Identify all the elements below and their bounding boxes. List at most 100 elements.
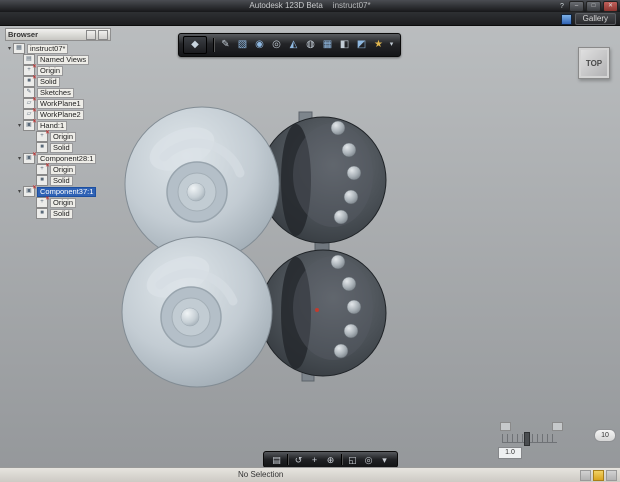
expander-icon[interactable]: ▾: [6, 45, 13, 52]
tree-item-origin[interactable]: + ✕ Origin: [5, 64, 111, 76]
assembly-glyph: ▦: [16, 45, 22, 51]
look-at-icon[interactable]: ◎: [361, 453, 376, 467]
tree-item-instruct07[interactable]: ▾ ▦ instruct07*: [5, 43, 111, 54]
combine-tool-icon[interactable]: ◧: [336, 37, 353, 53]
ball[interactable]: [346, 165, 362, 181]
scale-slider[interactable]: [502, 432, 557, 446]
viewcube[interactable]: TOP: [578, 47, 610, 79]
ball[interactable]: [343, 323, 359, 339]
orbit-icon[interactable]: ↺: [291, 453, 306, 467]
material-tool-icon[interactable]: ◩: [353, 37, 370, 53]
solid-glyph: ■: [40, 177, 44, 183]
cone-tool-icon[interactable]: ◭: [285, 37, 302, 53]
fit-view-icon[interactable]: ◱: [345, 453, 360, 467]
app-menu-icon[interactable]: ◆: [183, 36, 207, 54]
tree-item-named-views[interactable]: ▤ Named Views: [5, 54, 111, 65]
ball[interactable]: [346, 299, 362, 315]
zoom-icon[interactable]: ⊕: [323, 453, 338, 467]
ball[interactable]: [333, 343, 349, 359]
hand-shell-bottom[interactable]: [121, 236, 273, 388]
browser-header-button-1[interactable]: [86, 29, 96, 40]
tree-item-label: Origin: [50, 131, 77, 142]
model-canvas[interactable]: Browser ▾ ▦ instruct07* ▤ Named Views + …: [0, 25, 620, 468]
ball[interactable]: [330, 120, 346, 136]
tree-item-hand-origin[interactable]: + ✕ Origin: [5, 130, 111, 142]
tree-item-component28-origin[interactable]: + ✕ Origin: [5, 163, 111, 175]
solid-icon[interactable]: ■: [36, 142, 48, 153]
tree-item-hand-solid[interactable]: ■ Solid: [5, 142, 111, 153]
expander-icon[interactable]: ▾: [16, 122, 23, 129]
solid-icon[interactable]: ■: [36, 208, 48, 219]
origin-icon[interactable]: + ✕: [36, 130, 50, 142]
tree-item-component37-solid[interactable]: ■ Solid: [5, 208, 111, 219]
gallery-icon: [560, 13, 572, 25]
warning-tray-icon[interactable]: [593, 470, 604, 481]
more-tools-icon[interactable]: ▾: [387, 37, 396, 53]
status-text: No Selection: [238, 470, 284, 479]
torus-tool-icon[interactable]: ◍: [302, 37, 319, 53]
scale-value-field[interactable]: 1.0: [498, 447, 522, 459]
browser-header-button-2[interactable]: [98, 29, 108, 40]
nav-menu-icon[interactable]: ▤: [269, 453, 284, 467]
tree-item-hand[interactable]: ▾ ▣ ✕ Hand:1: [5, 119, 111, 131]
menu-bar: Gallery: [0, 12, 620, 26]
viewcube-face-label: TOP: [585, 58, 603, 68]
solid-glyph: ■: [40, 144, 44, 150]
ball[interactable]: [333, 209, 349, 225]
origin-icon[interactable]: + ✕: [36, 196, 50, 208]
box-tool-icon[interactable]: ▧: [234, 37, 251, 53]
display-settings-icon[interactable]: ▾: [377, 453, 392, 467]
hidden-marker-icon: ✕: [31, 64, 37, 70]
scale-option-icon-right[interactable]: [552, 422, 563, 431]
scale-slider-handle[interactable]: [524, 432, 530, 446]
tree-item-sketches[interactable]: ✎ Sketches: [5, 87, 111, 98]
pan-icon[interactable]: +: [307, 453, 322, 467]
maximize-button[interactable]: □: [586, 1, 601, 12]
tray-icon-2[interactable]: [606, 470, 617, 481]
tree-item-workplane1[interactable]: ▱ ✕ WorkPlane1: [5, 97, 111, 109]
solid-icon[interactable]: ■: [36, 175, 48, 186]
assembly-icon[interactable]: ▦: [13, 43, 25, 54]
help-icon[interactable]: ?: [557, 2, 567, 11]
tree-item-component37-origin[interactable]: + ✕ Origin: [5, 196, 111, 208]
tree-item-component28-solid[interactable]: ■ Solid: [5, 175, 111, 186]
tree-item-label: Solid: [37, 76, 60, 87]
snapshot-tool-icon[interactable]: ★: [370, 37, 387, 53]
tree-item-label: Hand:1: [37, 120, 68, 131]
ball[interactable]: [341, 276, 357, 292]
minimize-button[interactable]: –: [569, 1, 584, 12]
pattern-tool-icon[interactable]: ▦: [319, 37, 336, 53]
app-window: Autodesk 123D Beta instruct07* ? – □ ✕ Ga…: [0, 0, 620, 482]
expander-icon[interactable]: ▾: [16, 188, 23, 195]
browser-title: Browser: [8, 30, 39, 39]
tree-item-component28[interactable]: ▾ ▣ ✕ Component28:1: [5, 152, 111, 164]
close-button[interactable]: ✕: [603, 1, 618, 12]
component-icon[interactable]: ▣ ✕: [23, 152, 37, 164]
ball[interactable]: [341, 142, 357, 158]
browser-panel: Browser ▾ ▦ instruct07* ▤ Named Views + …: [5, 28, 111, 219]
toolbar-separator: [213, 38, 214, 52]
scale-preset-button[interactable]: 10: [594, 429, 616, 442]
solid-icon[interactable]: ■ ✕: [23, 75, 37, 87]
component-icon[interactable]: ▣ ✕: [23, 119, 37, 131]
component-disc-bottom[interactable]: [259, 249, 387, 377]
ball[interactable]: [330, 254, 346, 270]
tray-icon-1[interactable]: [580, 470, 591, 481]
cylinder-tool-icon[interactable]: ◎: [268, 37, 285, 53]
gallery-button[interactable]: Gallery: [574, 13, 616, 25]
hidden-marker-icon: ✕: [31, 97, 37, 103]
status-bar: No Selection: [0, 467, 620, 482]
tree-item-label: Origin: [37, 65, 64, 76]
tree-item-solid[interactable]: ■ ✕ Solid: [5, 75, 111, 87]
expander-icon[interactable]: ▾: [16, 155, 23, 162]
tree-item-label: Sketches: [37, 87, 74, 98]
tree-item-component37[interactable]: ▾ ▣ ✕ Component37:1: [5, 185, 111, 197]
title-bar: Autodesk 123D Beta instruct07* ? – □ ✕: [0, 0, 620, 12]
scale-option-icon-left[interactable]: [500, 422, 511, 431]
tree-item-workplane2[interactable]: ▱ ✕ WorkPlane2: [5, 108, 111, 120]
sketch-tool-icon[interactable]: ✎: [217, 37, 234, 53]
component-icon[interactable]: ▣ ✕: [23, 185, 37, 197]
ball[interactable]: [343, 189, 359, 205]
origin-icon[interactable]: + ✕: [36, 163, 50, 175]
sphere-tool-icon[interactable]: ◉: [251, 37, 268, 53]
